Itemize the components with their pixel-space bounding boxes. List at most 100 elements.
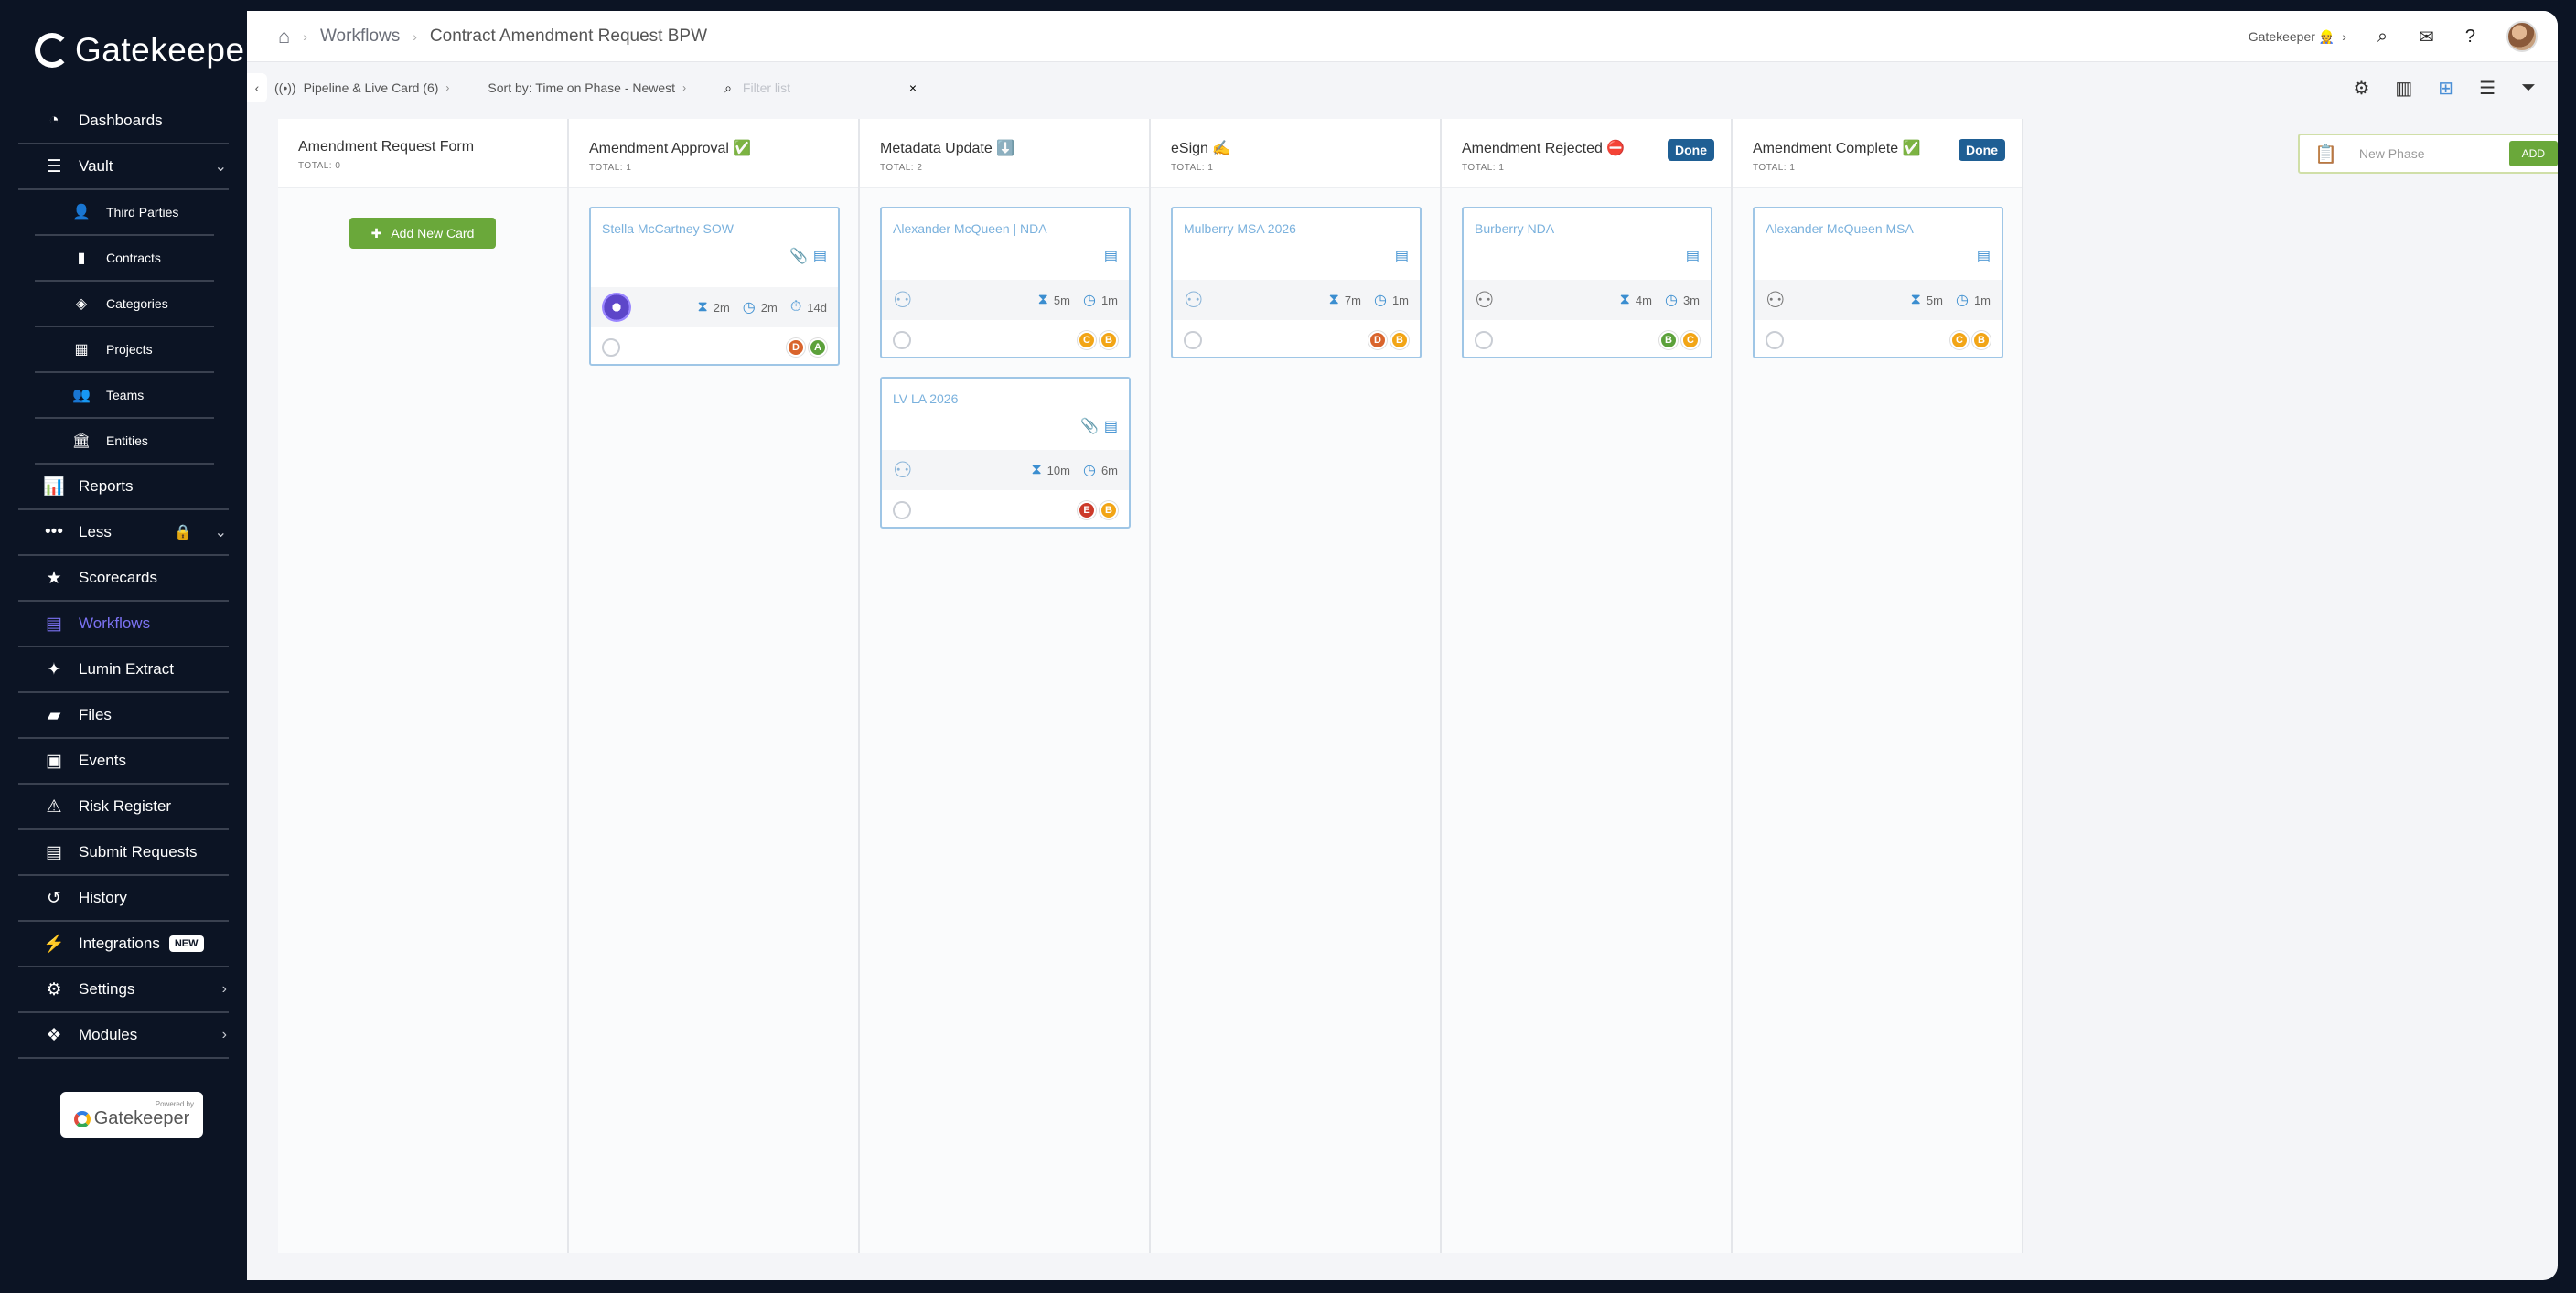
sidebar-item-workflows[interactable]: ▤ Workflows — [18, 602, 229, 647]
target-icon[interactable] — [893, 331, 911, 349]
clear-filter-icon[interactable]: × — [909, 80, 917, 95]
user-initial-avatar[interactable]: B — [1100, 501, 1118, 519]
breadcrumb-workflows[interactable]: Workflows — [320, 27, 400, 47]
user-initial-avatar[interactable]: C — [1078, 331, 1096, 349]
sidebar-item-events[interactable]: ▣ Events — [18, 739, 229, 785]
sidebar-item-categories[interactable]: ◈ Categories — [35, 282, 214, 327]
user-avatar[interactable] — [2506, 21, 2538, 52]
sidebar-item-vault[interactable]: ☰ Vault ⌄ — [18, 144, 229, 190]
phase-header[interactable]: Amendment Complete ✅ TOTAL: 1 Done — [1733, 119, 2022, 188]
sidebar-item-scorecards[interactable]: ★ Scorecards — [18, 556, 229, 602]
sidebar-item-settings[interactable]: ⚙ Settings › — [18, 967, 229, 1013]
sidebar-item-less[interactable]: ••• Less 🔒 ⌄ — [18, 510, 229, 556]
workflow-card[interactable]: Alexander McQueen MSA ▤ ⚇ ⧗ 5m ◷ 1m CB — [1753, 207, 2003, 358]
workflow-card[interactable]: Alexander McQueen | NDA ▤ ⚇ ⧗ 5m ◷ 1m CB — [880, 207, 1131, 358]
add-new-card-button[interactable]: ✚ Add New Card — [349, 218, 496, 249]
sidebar-item-label: Settings — [79, 980, 135, 998]
board-view-icon[interactable]: ⊞ — [2438, 77, 2453, 100]
table-view-icon[interactable]: ▥ — [2395, 77, 2412, 100]
card-meta: ⚇ ⧗ 5m ◷ 1m — [1755, 280, 2002, 320]
card-times: ⧗ 5m ◷ 1m — [1911, 291, 1991, 309]
ai-assignee-avatar[interactable] — [602, 293, 631, 322]
sidebar-item-projects[interactable]: ▦ Projects — [35, 327, 214, 373]
target-icon[interactable] — [893, 501, 911, 519]
document-icon[interactable]: ▤ — [1395, 247, 1409, 265]
card-title[interactable]: Alexander McQueen MSA — [1755, 208, 2002, 245]
document-icon[interactable]: ▤ — [1686, 247, 1700, 265]
org-switcher[interactable]: Gatekeeper 👷 › — [2249, 29, 2346, 45]
attachment-icon[interactable]: 📎 — [789, 247, 808, 265]
phase-header[interactable]: Metadata Update ⬇️ TOTAL: 2 — [860, 119, 1149, 188]
workflow-card[interactable]: Mulberry MSA 2026 ▤ ⚇ ⧗ 7m ◷ 1m DB — [1171, 207, 1422, 358]
sidebar-item-history[interactable]: ↺ History — [18, 876, 229, 922]
sidebar-item-integrations[interactable]: ⚡ Integrations NEW — [18, 922, 229, 967]
filter-input[interactable] — [742, 80, 898, 95]
home-icon[interactable]: ⌂ — [278, 25, 290, 48]
group-assignee-icon[interactable]: ⚇ — [893, 287, 913, 314]
workflow-card[interactable]: Stella McCartney SOW 📎 ▤ ⧗ 2m ◷ 2m ⏱ 14d DA — [589, 207, 840, 366]
user-initial-avatar[interactable]: D — [787, 338, 805, 357]
sidebar-item-third-parties[interactable]: 👤 Third Parties — [35, 190, 214, 236]
group-assignee-icon[interactable]: ⚇ — [1184, 287, 1204, 314]
phase-header[interactable]: Amendment Approval ✅ TOTAL: 1 — [569, 119, 858, 188]
group-assignee-icon[interactable]: ⚇ — [1475, 287, 1495, 314]
card-title[interactable]: Stella McCartney SOW — [591, 208, 838, 245]
user-initial-avatar[interactable]: D — [1368, 331, 1387, 349]
user-initial-avatar[interactable]: E — [1078, 501, 1096, 519]
target-icon[interactable] — [1475, 331, 1493, 349]
sidebar-item-files[interactable]: ▰ Files — [18, 693, 229, 739]
target-icon[interactable] — [1766, 331, 1784, 349]
user-initial-avatar[interactable]: C — [1950, 331, 1969, 349]
sidebar-item-modules[interactable]: ❖ Modules › — [18, 1013, 229, 1059]
document-icon[interactable]: ▤ — [1104, 247, 1118, 265]
user-initial-avatar[interactable]: B — [1659, 331, 1678, 349]
user-initial-avatar[interactable]: C — [1681, 331, 1700, 349]
document-icon[interactable]: ▤ — [813, 247, 827, 265]
sidebar-item-label: Integrations — [79, 935, 160, 952]
document-icon[interactable]: ▤ — [1977, 247, 1991, 265]
clock-icon: ◷ — [1373, 293, 1387, 308]
card-title[interactable]: Burberry NDA — [1464, 208, 1711, 245]
sidebar-item-reports[interactable]: 📊 Reports — [18, 465, 229, 510]
mail-icon[interactable]: ✉ — [2419, 26, 2434, 48]
new-phase-input[interactable]: New Phase — [2359, 146, 2425, 161]
target-icon[interactable] — [1184, 331, 1202, 349]
collapse-sidebar-button[interactable]: ‹ — [247, 73, 267, 102]
brand-logo[interactable]: Gatekeeper — [35, 31, 256, 69]
card-title[interactable]: LV LA 2026 — [882, 379, 1129, 415]
add-phase-button[interactable]: ADD — [2508, 141, 2558, 166]
filter-icon[interactable]: ⏷ — [2521, 78, 2536, 99]
sidebar-item-teams[interactable]: 👥 Teams — [35, 373, 214, 419]
search-icon[interactable]: ⌕ — [2377, 27, 2388, 48]
list-view-icon[interactable]: ☰ — [2479, 77, 2496, 100]
workflow-card[interactable]: LV LA 2026 📎 ▤ ⚇ ⧗ 10m ◷ 6m EB — [880, 377, 1131, 529]
plus-icon: ✚ — [370, 225, 382, 240]
sort-selector[interactable]: Sort by: Time on Phase - Newest › — [488, 80, 686, 95]
user-initial-avatar[interactable]: B — [1100, 331, 1118, 349]
group-assignee-icon[interactable]: ⚇ — [1766, 287, 1786, 314]
user-initial-avatar[interactable]: A — [809, 338, 827, 357]
card-footer: CB — [893, 331, 1118, 349]
target-icon[interactable] — [602, 338, 620, 357]
gear-icon[interactable]: ⚙ — [2353, 77, 2369, 100]
sidebar-item-submit-requests[interactable]: ▤ Submit Requests — [18, 830, 229, 876]
group-assignee-icon[interactable]: ⚇ — [893, 457, 913, 484]
pipeline-selector[interactable]: ((•)) Pipeline & Live Card (6) › — [274, 80, 449, 95]
sidebar-item-dashboards[interactable]: ◔ Dashboards — [18, 99, 229, 144]
card-avatars: EB — [1078, 501, 1118, 519]
phase-header[interactable]: Amendment Request Form TOTAL: 0 — [278, 119, 567, 188]
sidebar-item-contracts[interactable]: ▮ Contracts — [35, 236, 214, 282]
sidebar-item-risk-register[interactable]: ⚠ Risk Register — [18, 785, 229, 830]
workflow-card[interactable]: Burberry NDA ▤ ⚇ ⧗ 4m ◷ 3m BC — [1462, 207, 1712, 358]
attachment-icon[interactable]: 📎 — [1080, 417, 1099, 435]
help-icon[interactable]: ? — [2465, 27, 2475, 48]
card-title[interactable]: Alexander McQueen | NDA — [882, 208, 1129, 245]
user-initial-avatar[interactable]: B — [1972, 331, 1991, 349]
card-title[interactable]: Mulberry MSA 2026 — [1173, 208, 1420, 245]
phase-header[interactable]: Amendment Rejected ⛔ TOTAL: 1 Done — [1442, 119, 1731, 188]
phase-header[interactable]: eSign ✍️ TOTAL: 1 — [1151, 119, 1440, 188]
user-initial-avatar[interactable]: B — [1390, 331, 1409, 349]
document-icon[interactable]: ▤ — [1104, 417, 1118, 435]
sidebar-item-entities[interactable]: 🏛 Entities — [35, 419, 214, 465]
sidebar-item-lumin-extract[interactable]: ✦ Lumin Extract — [18, 647, 229, 693]
